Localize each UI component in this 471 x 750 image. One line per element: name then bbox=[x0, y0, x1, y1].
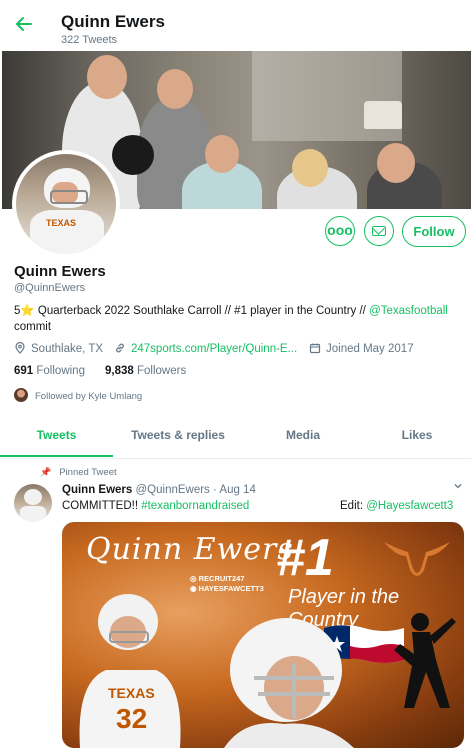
tweet-handle-date: @QuinnEwers · Aug 14 bbox=[135, 484, 256, 496]
calendar-icon bbox=[309, 343, 321, 354]
tab-likes[interactable]: Likes bbox=[363, 414, 471, 457]
active-tab-indicator bbox=[0, 455, 113, 457]
followers-count[interactable]: 9,838 Followers bbox=[105, 365, 186, 377]
tweet-author-name[interactable]: Quinn Ewers bbox=[62, 484, 132, 496]
profile-bio: 5⭐ Quarterback 2022 Southlake Carroll //… bbox=[14, 305, 448, 333]
pinned-tweet-label: 📌 Pinned Tweet bbox=[40, 467, 117, 478]
arrow-left-icon[interactable] bbox=[14, 14, 38, 38]
svg-text:TEXAS: TEXAS bbox=[108, 685, 155, 701]
tweet-hashtag[interactable]: #texanbornandraised bbox=[141, 500, 249, 512]
profile-location: Southlake, TX bbox=[14, 342, 103, 355]
pin-icon: 📌 bbox=[40, 467, 52, 477]
media-child-player: TEXAS 32 bbox=[79, 594, 181, 748]
profile-name: Quinn Ewers bbox=[14, 263, 106, 280]
star-emoji: ⭐ bbox=[20, 305, 35, 317]
message-button[interactable] bbox=[364, 216, 394, 246]
follower-avatar bbox=[14, 388, 28, 402]
avatar-jersey-text: TEXAS bbox=[46, 218, 77, 228]
tab-media[interactable]: Media bbox=[243, 414, 363, 457]
following-count[interactable]: 691 Following bbox=[14, 365, 85, 377]
link-icon bbox=[116, 343, 124, 353]
media-quarterback bbox=[224, 618, 354, 748]
tweet-media-image[interactable]: Quinn Ewers #1 Player in the Country ◎ R… bbox=[62, 522, 464, 748]
media-player-silhouette bbox=[394, 613, 456, 708]
follow-button[interactable]: Follow bbox=[402, 216, 466, 247]
location-pin-icon bbox=[15, 342, 25, 354]
media-script-name: Quinn Ewers bbox=[86, 532, 294, 567]
media-rank: #1 bbox=[276, 529, 334, 587]
longhorn-logo-icon bbox=[384, 542, 450, 576]
tweet-text: COMMITTED!! #texanbornandraised bbox=[62, 500, 250, 512]
header-tweet-count: 322 Tweets bbox=[61, 34, 118, 46]
tweet-author-avatar[interactable] bbox=[14, 484, 52, 522]
profile-handle: @QuinnEwers bbox=[14, 282, 86, 294]
tweet-edit-credit: Edit: @Hayesfawcett3 bbox=[340, 500, 454, 512]
profile-avatar[interactable]: TEXAS bbox=[12, 150, 120, 258]
tweet-edit-mention[interactable]: @Hayesfawcett3 bbox=[366, 500, 453, 512]
chevron-down-icon[interactable] bbox=[453, 481, 463, 494]
svg-text:32: 32 bbox=[116, 703, 147, 734]
bio-mention-link[interactable]: @Texasfootball bbox=[369, 305, 448, 317]
profile-joined-date: Joined May 2017 bbox=[309, 342, 414, 355]
tweet-header: Quinn Ewers @QuinnEwers · Aug 14 bbox=[62, 484, 256, 496]
tab-tweets-and-replies[interactable]: Tweets & replies bbox=[113, 414, 243, 457]
envelope-icon bbox=[372, 226, 386, 236]
profile-website[interactable]: 247sports.com/Player/Quinn-E... bbox=[114, 342, 297, 355]
followed-by[interactable]: Followed by Kyle Umlang bbox=[14, 388, 142, 402]
header-name: Quinn Ewers bbox=[61, 12, 165, 31]
profile-tabs: Tweets Tweets & replies Media Likes bbox=[0, 414, 471, 459]
more-options-button[interactable]: ooo bbox=[325, 216, 355, 246]
media-social-handles: ◎ RECRUIT247 ◉ HAYESFAWCETT3 bbox=[190, 574, 264, 593]
tab-tweets[interactable]: Tweets bbox=[0, 414, 113, 457]
profile-header: Quinn Ewers 322 Tweets bbox=[0, 6, 471, 50]
